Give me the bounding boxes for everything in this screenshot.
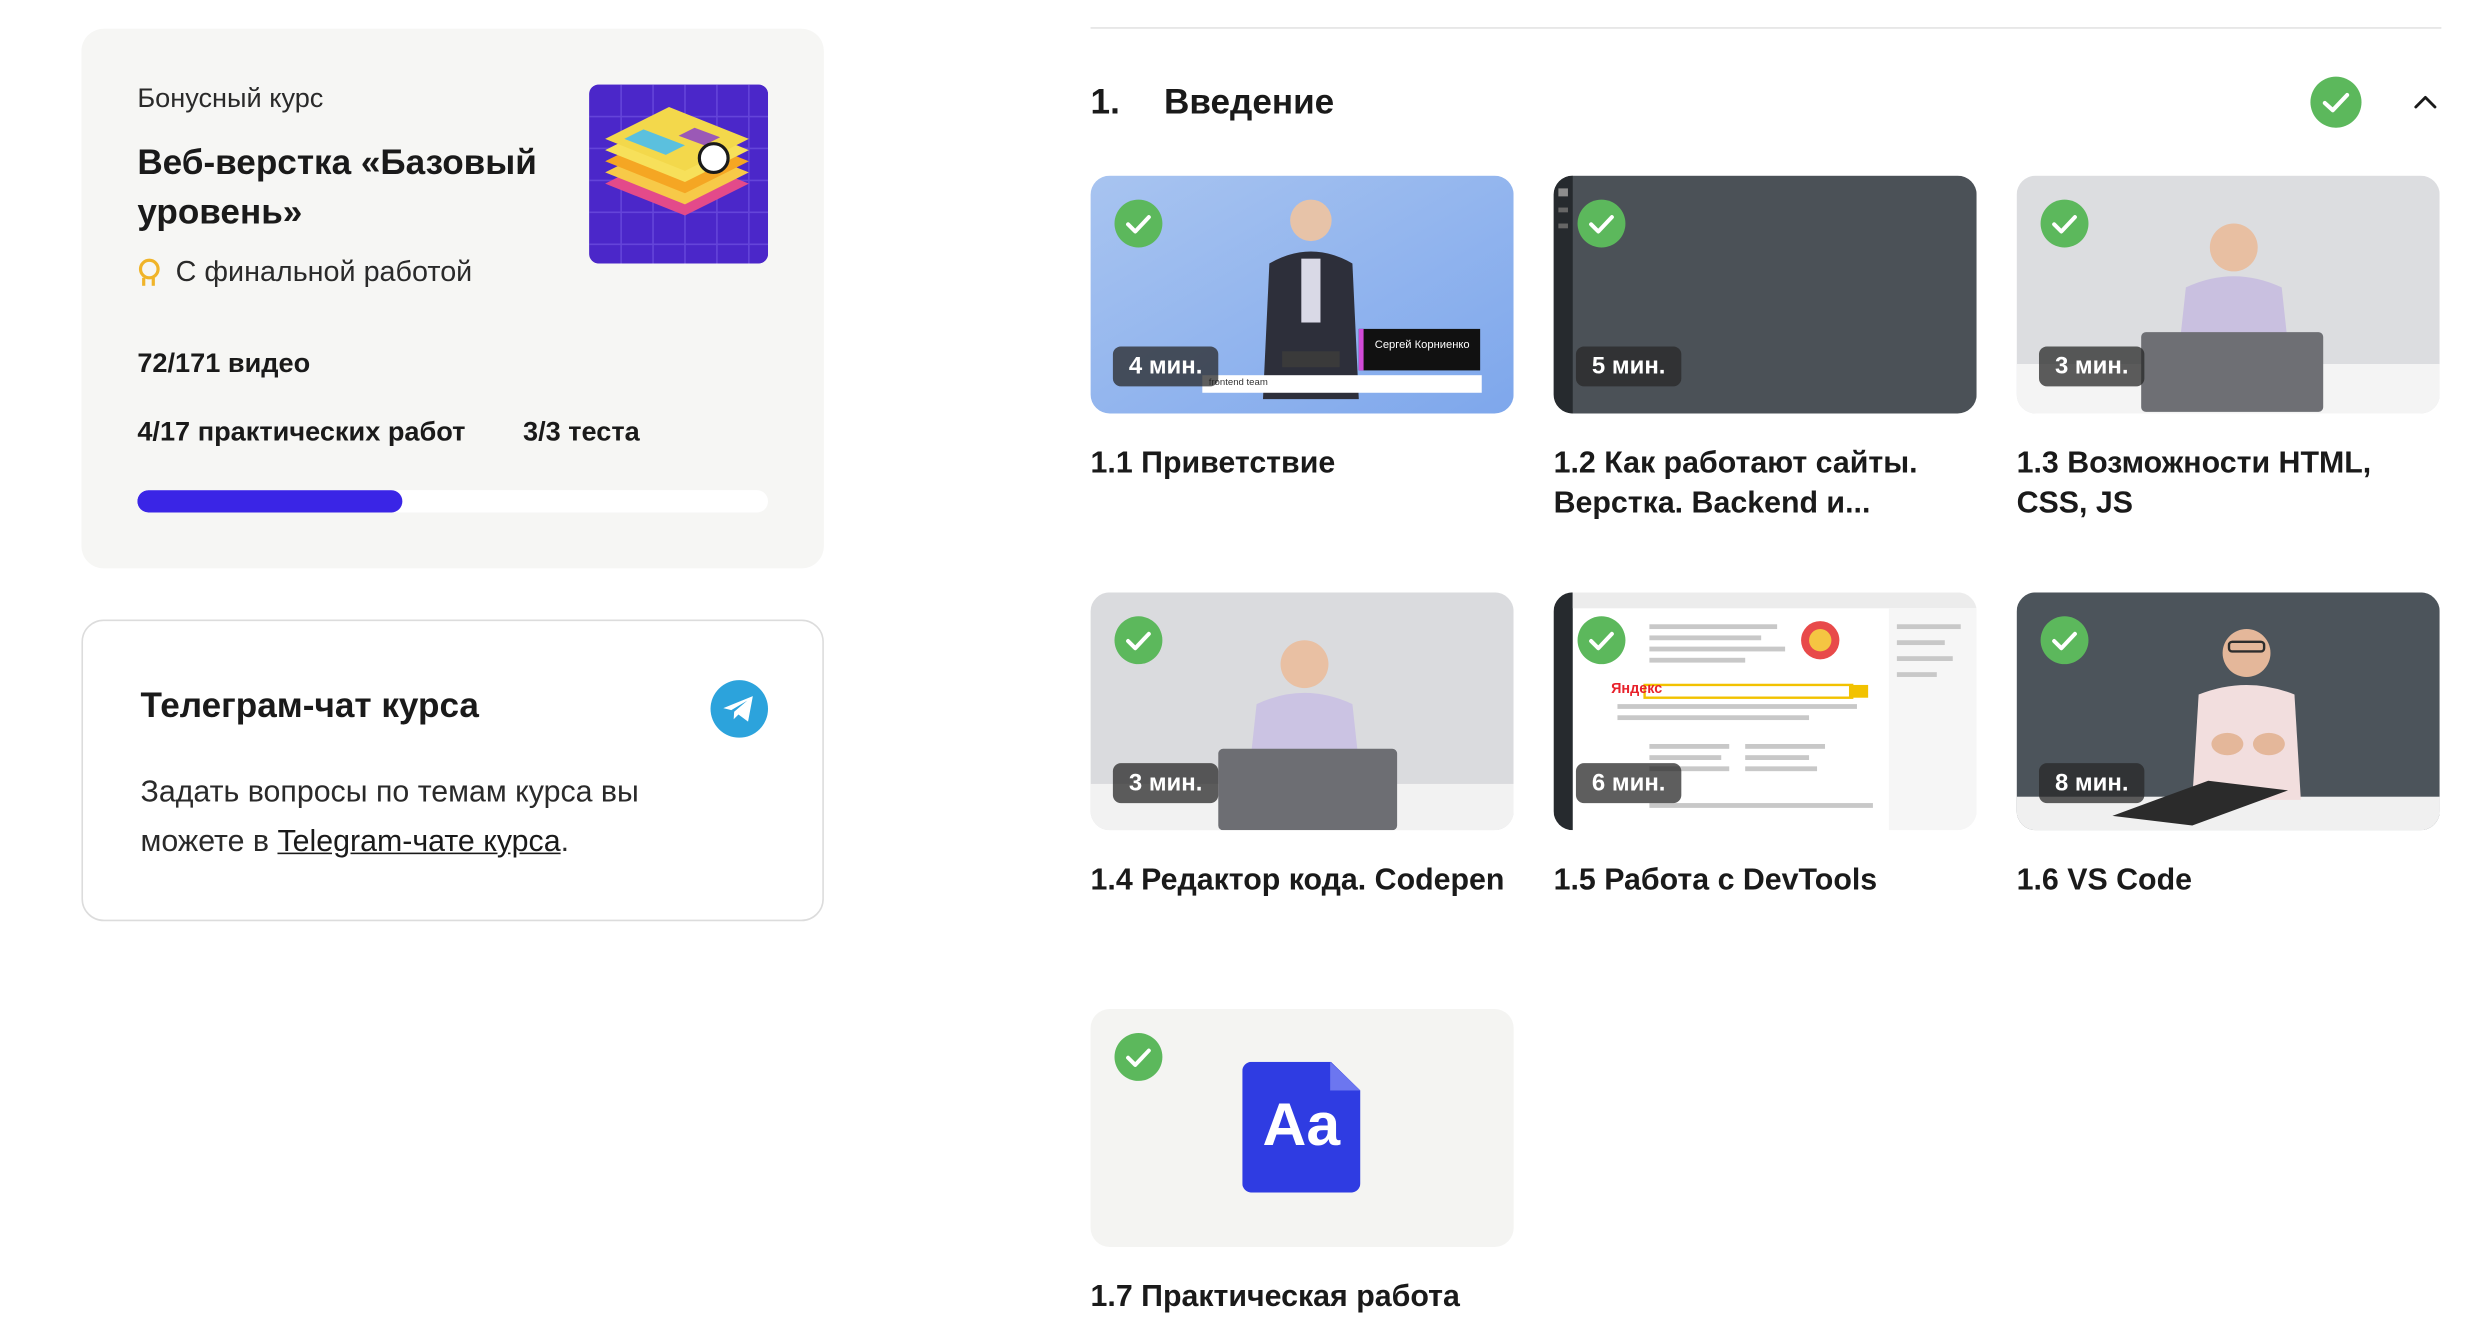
lesson-completed-check-icon	[2040, 199, 2089, 248]
section-number: 1.	[1090, 81, 1120, 122]
lesson-thumbnail[interactable]: Сергей Корниенко frontend team 4 мин.	[1090, 175, 1514, 414]
section-title: Введение	[1163, 81, 1335, 122]
course-title: Веб-верстка «Базовый уровень»	[137, 142, 537, 232]
lesson-title[interactable]: 1.1 Приветствие	[1091, 444, 1506, 484]
final-work-label: С финальной работой	[175, 255, 473, 288]
course-card[interactable]: Бонусный курс Веб-верстка «Базовый урове…	[81, 28, 824, 569]
lesson-card-1-5[interactable]: Яндекс 6 мин. 1.5 Работа с DevTools	[1553, 592, 1977, 901]
lesson-thumbnail[interactable]: 3 мин.	[1090, 592, 1514, 831]
lesson-title[interactable]: 1.5 Работа с DevTools	[1554, 861, 1969, 901]
lesson-completed-check-icon	[1114, 1033, 1163, 1081]
lesson-card-1-4[interactable]: 3 мин. 1.4 Редактор кода. Codepen	[1090, 592, 1514, 901]
lesson-title[interactable]: 1.2 Как работают сайты. Верстка. Backend…	[1554, 444, 1969, 524]
medal-icon	[137, 257, 160, 287]
progress-fill	[137, 490, 403, 513]
speaker-name-caption: Сергей Корниенко	[1374, 340, 1470, 352]
course-label: Бонусный курс	[137, 83, 324, 114]
tests-count: 3/3 теста	[522, 416, 640, 448]
lesson-completed-check-icon	[1114, 199, 1163, 248]
telegram-chat-card: Телеграм-чат курса Задать вопросы по тем…	[81, 619, 824, 922]
lesson-duration: 4 мин.	[1112, 346, 1219, 387]
telegram-title: Телеграм-чат курса	[140, 684, 479, 725]
chevron-up-icon[interactable]	[2409, 86, 2441, 118]
lesson-thumbnail[interactable]: 5 мин.	[1553, 175, 1977, 414]
progress-bar	[137, 490, 769, 513]
lesson-duration: 8 мин.	[2038, 763, 2145, 804]
lesson-card-1-6[interactable]: 8 мин. 1.6 VS Code	[2016, 592, 2440, 901]
lesson-duration: 6 мин.	[1575, 763, 1682, 804]
lesson-title[interactable]: 1.6 VS Code	[2017, 861, 2432, 901]
practical-count: 4/17 практических работ	[137, 416, 466, 448]
lesson-completed-check-icon	[1577, 616, 1626, 665]
telegram-chat-link[interactable]: Telegram-чате курса	[277, 825, 560, 859]
telegram-description: Задать вопросы по темам курса вы можете …	[141, 768, 716, 867]
course-cover-image	[589, 84, 769, 264]
course-cover-illustration	[589, 84, 769, 264]
lesson-completed-check-icon	[1577, 199, 1626, 248]
lesson-completed-check-icon	[2040, 616, 2089, 665]
lesson-thumbnail[interactable]: 3 мин.	[2016, 175, 2440, 414]
page: Бонусный курс Веб-верстка «Базовый урове…	[0, 0, 2478, 1322]
lesson-duration: 3 мин.	[1112, 763, 1219, 804]
telegram-text-end: .	[560, 825, 570, 859]
telegram-icon[interactable]	[710, 680, 769, 738]
telegram-plane-icon	[723, 696, 753, 722]
final-work-note: С финальной работой	[137, 255, 472, 289]
lesson-card-1-3[interactable]: 3 мин. 1.3 Возможности HTML, CSS, JS	[2016, 175, 2440, 524]
search-brand-logo: Яндекс	[1611, 680, 1663, 697]
lesson-card-1-1[interactable]: Сергей Корниенко frontend team 4 мин. 1.…	[1090, 175, 1514, 484]
lesson-title[interactable]: 1.3 Возможности HTML, CSS, JS	[2017, 444, 2432, 524]
lesson-thumbnail[interactable]: 8 мин.	[2016, 592, 2440, 831]
lesson-card-1-7[interactable]: Aa 1.7 Практическая работа	[1090, 1009, 1514, 1317]
speaker-role-caption: frontend team	[1202, 375, 1482, 393]
lesson-card-1-2[interactable]: 5 мин. 1.2 Как работают сайты. Верстка. …	[1553, 175, 1977, 524]
section-header[interactable]: 1. Введение	[1090, 76, 2442, 131]
lesson-title[interactable]: 1.7 Практическая работа	[1091, 1277, 1506, 1317]
lesson-title[interactable]: 1.4 Редактор кода. Codepen	[1091, 861, 1506, 901]
section-completed-check-icon	[2310, 76, 2362, 128]
videos-count: 72/171 видео	[137, 348, 311, 379]
lesson-completed-check-icon	[1114, 616, 1163, 665]
lesson-duration: 5 мин.	[1575, 346, 1682, 387]
lesson-thumbnail[interactable]: Aa	[1090, 1009, 1514, 1247]
font-glyph: Aa	[1262, 1092, 1341, 1160]
progress-stats: 4/17 практических работ 3/3 теста	[137, 417, 639, 449]
divider	[1090, 27, 2442, 29]
lesson-thumbnail[interactable]: Яндекс 6 мин.	[1553, 592, 1977, 831]
lesson-duration: 3 мин.	[2038, 346, 2145, 387]
